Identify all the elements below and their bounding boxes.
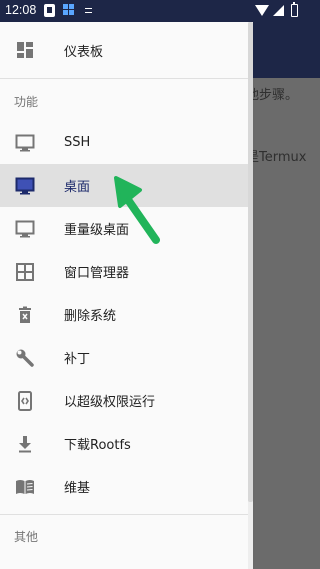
scrollbar-thumb[interactable] [248,22,253,502]
drawer-item-wiki[interactable]: 维基 [0,465,248,508]
navigation-drawer: 仪表板 功能 SSH 桌面 重量级桌面 窗口管理器 删除系统 补丁 以超级权限运… [0,22,248,569]
app-grid-icon [63,4,75,17]
section-header-functions: 功能 [14,95,39,109]
download-icon [14,433,36,455]
divider [0,78,248,79]
wrench-icon [14,347,36,369]
drawer-scrollbar[interactable] [248,22,253,569]
battery-icon [291,2,298,17]
trash-icon [14,304,36,326]
drawer-item-label: 窗口管理器 [64,266,130,281]
drawer-item-label: 补丁 [64,352,91,367]
screen: 他步骤。 是Termux 12:08 仪表板 功能 SSH 桌面 重量级桌面 窗… [0,0,320,569]
signal-icon [273,5,284,16]
status-time: 12:08 [5,3,37,17]
code-screen-icon [14,390,36,412]
drawer-item-ssh[interactable]: SSH [0,121,248,164]
notification-icon [44,4,55,17]
menu-lines-icon [85,8,92,13]
background-text: 他步骤。 [246,88,299,103]
drawer-item-label: 以超级权限运行 [64,395,156,410]
drawer-item-label: 桌面 [64,180,91,195]
status-bar: 12:08 [0,0,320,22]
wifi-icon [255,5,269,16]
drawer-item-label: SSH [64,135,91,150]
desktop-icon [14,175,36,197]
drawer-item-label: 删除系统 [64,309,117,324]
drawer-item-label: 维基 [64,481,91,496]
annotation-arrow-icon [114,176,160,244]
dashboard-icon [14,39,36,61]
book-icon [14,476,36,498]
drawer-item-patch[interactable]: 补丁 [0,336,248,379]
section-header-other: 其他 [14,530,39,544]
grid-window-icon [14,261,36,283]
drawer-item-window-manager[interactable]: 窗口管理器 [0,250,248,293]
drawer-item-label: 下载Rootfs [64,438,131,453]
drawer-item-run-as-root[interactable]: 以超级权限运行 [0,379,248,422]
monitor-icon [14,218,36,240]
background-text: 是Termux [246,150,307,165]
divider [0,514,248,515]
drawer-item-delete-system[interactable]: 删除系统 [0,293,248,336]
monitor-icon [14,132,36,154]
drawer-item-label: 仪表板 [64,44,104,60]
drawer-item-dashboard[interactable]: 仪表板 [0,28,248,72]
drawer-item-download-rootfs[interactable]: 下载Rootfs [0,422,248,465]
